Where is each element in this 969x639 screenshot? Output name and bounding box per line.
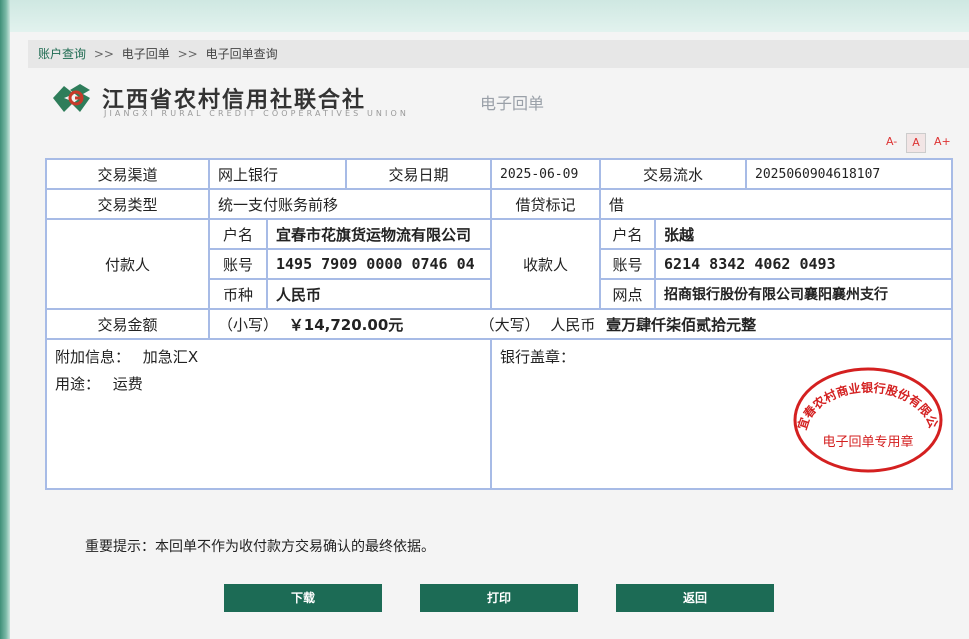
font-size-controls: A- A A+ <box>882 133 954 153</box>
bank-seal-cell: 银行盖章： 宜春农村商业银行股份有限公司 电子回单专用章 <box>490 338 954 490</box>
payee-branch: 招商银行股份有限公司襄阳襄州支行 <box>654 278 954 310</box>
breadcrumb-e-receipt[interactable]: 电子回单 <box>122 47 170 61</box>
close-icon[interactable]: X <box>188 348 198 366</box>
back-button[interactable]: 返回 <box>616 584 774 612</box>
bank-logo-icon <box>53 84 90 112</box>
amount-big-value: 壹万肆仟柒佰贰拾元整 <box>606 315 757 334</box>
bank-name-en: JIANGXI RURAL CREDIT COOPERATIVES UNION <box>104 109 409 118</box>
payer-name: 宜春市花旗货运物流有限公司 <box>265 218 493 250</box>
breadcrumb-separator: >> <box>93 47 114 61</box>
payee-branch-label: 网点 <box>599 278 657 310</box>
seal-arc-text: 宜春农村商业银行股份有限公司 <box>792 366 940 432</box>
amount-label: 交易金额 <box>45 308 210 340</box>
content-panel: 账户查询 >> 电子回单 >> 电子回单查询 江西省农村信用社联合社 JIANG… <box>10 32 969 639</box>
seal-stamp-icon: 宜春农村商业银行股份有限公司 电子回单专用章 <box>792 366 943 473</box>
bank-logo: 江西省农村信用社联合社 JIANGXI RURAL CREDIT COOPERA… <box>50 80 430 120</box>
payer-label: 付款人 <box>45 218 210 310</box>
font-increase-button[interactable]: A+ <box>934 135 951 148</box>
type-label: 交易类型 <box>45 188 210 220</box>
left-decor-strip <box>0 0 10 639</box>
receipt-table: 交易渠道 网上银行 交易日期 2025-06-09 交易流水 202506090… <box>44 158 954 490</box>
amount-big-currency: 人民币 <box>550 315 596 334</box>
amount-big-label: （大写） <box>479 315 540 334</box>
serial-label: 交易流水 <box>599 158 748 190</box>
amount-small-label: （小写） <box>218 315 279 334</box>
type-value: 统一支付账务前移 <box>207 188 493 220</box>
payee-account-label: 账号 <box>599 248 657 280</box>
purpose-value: 运费 <box>112 375 143 393</box>
additional-info-cell: 附加信息： 加急汇X 用途： 运费 <box>44 338 493 490</box>
breadcrumb-separator: >> <box>177 47 198 61</box>
seal-center-text: 电子回单专用章 <box>823 434 914 450</box>
payee-name: 张越 <box>654 218 954 250</box>
debit-credit-label: 借贷标记 <box>490 188 602 220</box>
amount-small-value: ￥14,720.00元 <box>288 315 404 334</box>
serial-value: 2025060904618107 <box>745 158 954 190</box>
payer-account-label: 账号 <box>208 248 268 280</box>
breadcrumb: 账户查询 >> 电子回单 >> 电子回单查询 <box>28 40 969 68</box>
bank-seal-label: 银行盖章： <box>500 348 576 366</box>
payer-currency: 人民币 <box>265 278 493 310</box>
font-normal-button[interactable]: A <box>906 133 926 153</box>
debit-credit-value: 借 <box>599 188 954 220</box>
extra-info-value: 加急汇 <box>142 348 188 366</box>
payee-name-label: 户名 <box>599 218 657 250</box>
font-decrease-button[interactable]: A- <box>886 135 897 148</box>
print-button[interactable]: 打印 <box>420 584 578 612</box>
breadcrumb-account-query[interactable]: 账户查询 <box>38 47 86 61</box>
date-value: 2025-06-09 <box>490 158 602 190</box>
document-title: 电子回单 <box>480 94 545 113</box>
extra-info-label: 附加信息： <box>55 348 131 366</box>
top-band <box>0 0 969 32</box>
payer-account: 1495 7909 0000 0746 04 <box>265 248 493 280</box>
date-label: 交易日期 <box>345 158 493 190</box>
payee-account: 6214 8342 4062 0493 <box>654 248 954 280</box>
download-button[interactable]: 下载 <box>224 584 382 612</box>
payer-name-label: 户名 <box>208 218 268 250</box>
important-notice: 重要提示：本回单不作为收付款方交易确认的最终依据。 <box>85 539 435 555</box>
breadcrumb-e-receipt-query: 电子回单查询 <box>205 47 278 61</box>
payer-currency-label: 币种 <box>208 278 268 310</box>
svg-text:宜春农村商业银行股份有限公司: 宜春农村商业银行股份有限公司 <box>792 366 940 432</box>
channel-label: 交易渠道 <box>45 158 210 190</box>
purpose-label: 用途： <box>55 375 101 393</box>
amount-cell: （小写） ￥14,720.00元 （大写） 人民币 壹万肆仟柒佰贰拾元整 <box>207 308 954 340</box>
payee-label: 收款人 <box>490 218 602 310</box>
channel-value: 网上银行 <box>207 158 348 190</box>
